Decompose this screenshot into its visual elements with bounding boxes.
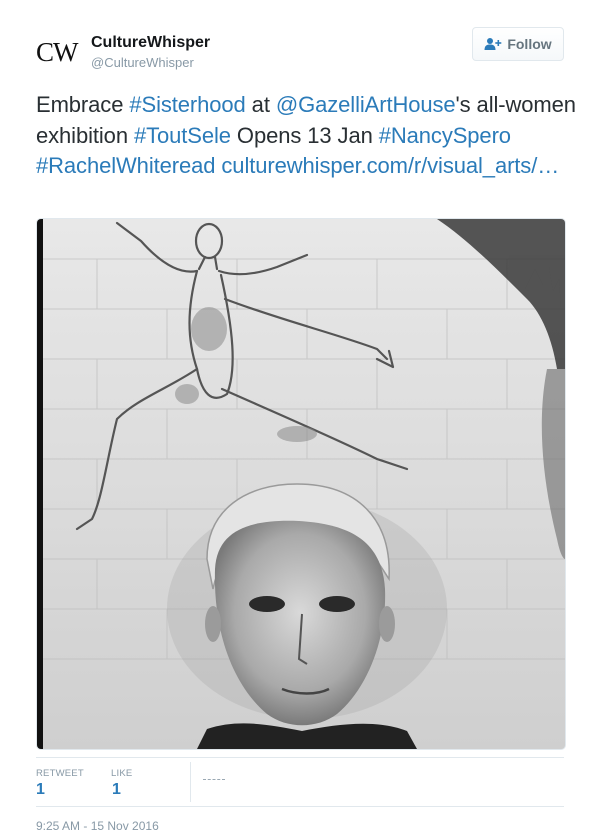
stats-divider-bottom	[36, 806, 564, 807]
retweet-label: RETWEET	[36, 768, 84, 779]
like-label: LIKE	[111, 768, 133, 779]
tweet-link[interactable]: #Sisterhood	[129, 92, 245, 117]
tweet-link[interactable]: @GazelliArtHouse	[276, 92, 456, 117]
follow-button-label: Follow	[507, 36, 552, 52]
tweet-text-segment: Opens 13 Jan	[230, 122, 379, 148]
tweet-text-segment: Embrace	[36, 92, 130, 117]
like-count[interactable]: 1	[112, 781, 121, 799]
tweet-timestamp[interactable]: 9:25 AM - 15 Nov 2016	[36, 819, 159, 833]
tweet-text: Embrace #Sisterhood at @GazelliArtHouse'…	[36, 90, 576, 182]
tweet-card: CW CultureWhisper @CultureWhisper Follow…	[0, 0, 600, 838]
tweet-link[interactable]: #RachelWhiteread	[36, 153, 215, 178]
liker-avatars-placeholder[interactable]	[203, 779, 225, 782]
tweet-text-segment: at	[245, 92, 276, 117]
retweet-count[interactable]: 1	[36, 781, 45, 799]
follow-person-plus-icon	[484, 37, 502, 51]
tweet-photo[interactable]	[36, 218, 566, 750]
tweet-link[interactable]: #ToutSele	[134, 123, 231, 148]
avatar[interactable]: CW	[36, 36, 84, 68]
user-handle[interactable]: @CultureWhisper	[91, 55, 194, 70]
tweet-link[interactable]: culturewhisper.com/r/visual_arts/…	[221, 153, 559, 178]
follow-button[interactable]: Follow	[472, 27, 564, 61]
user-name[interactable]: CultureWhisper	[91, 34, 210, 52]
tweet-link[interactable]: #NancySpero	[379, 123, 511, 148]
stats-divider	[36, 757, 564, 758]
stats-separator	[190, 762, 191, 802]
